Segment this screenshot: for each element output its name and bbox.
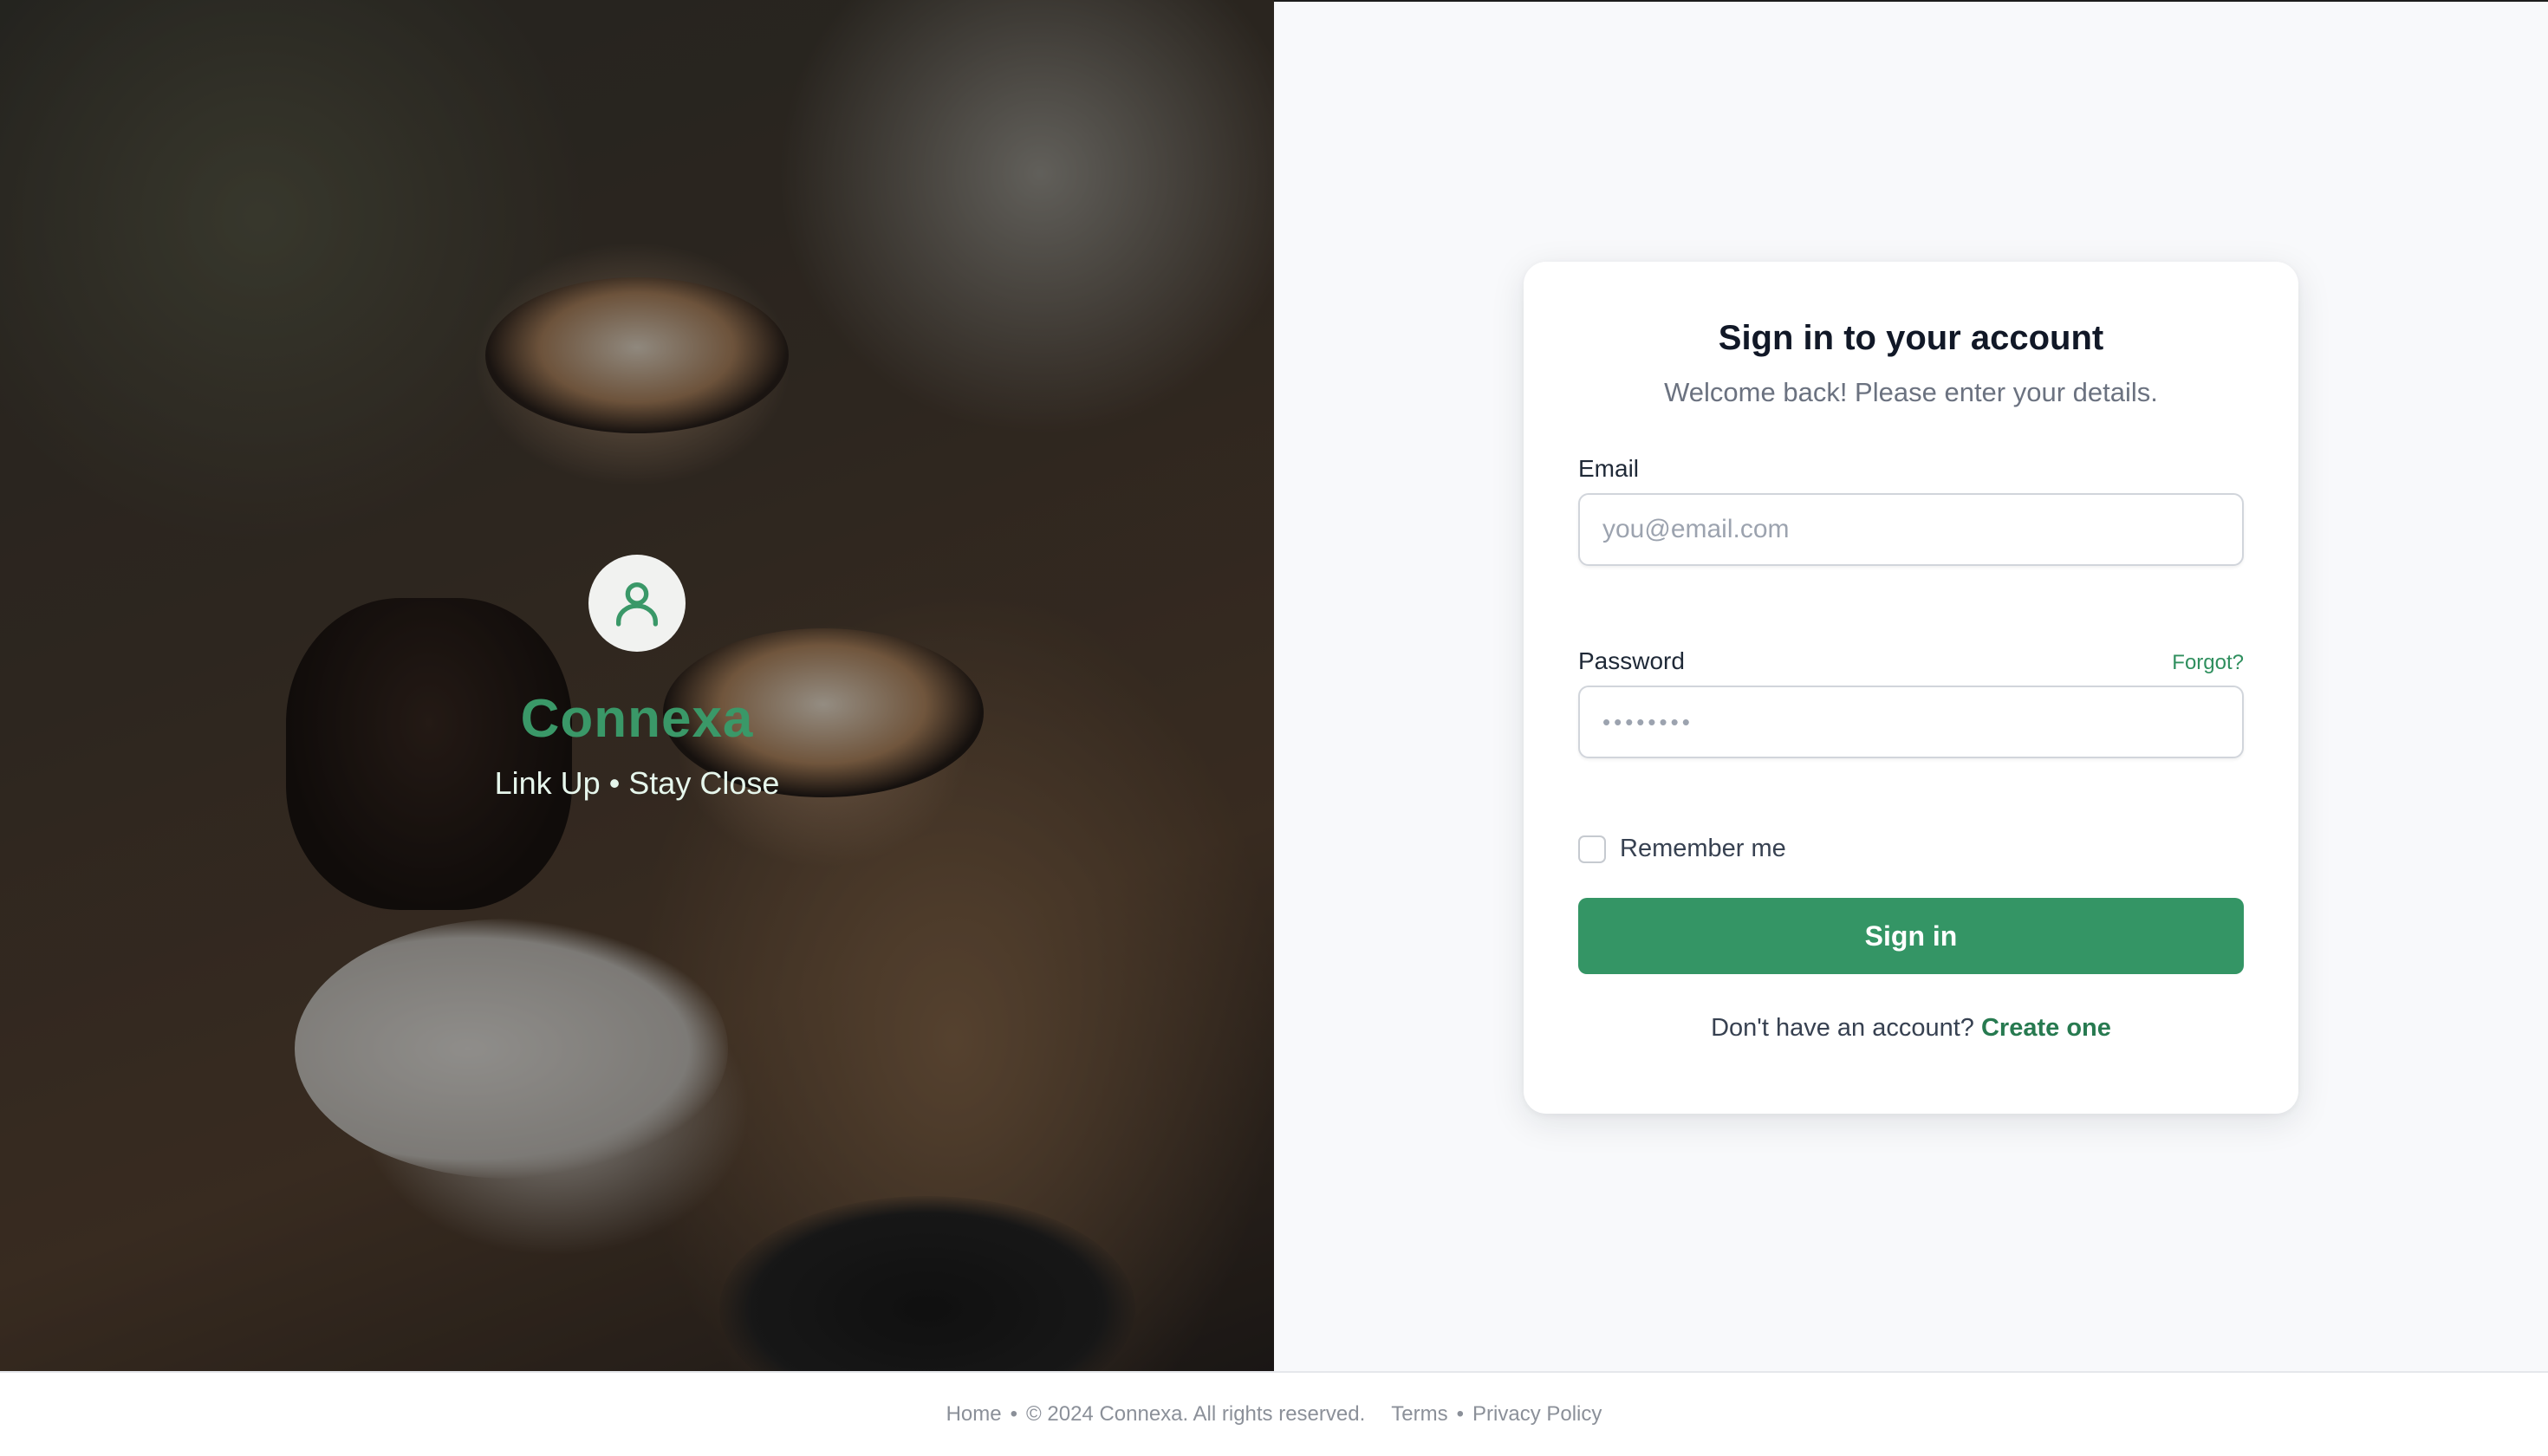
footer-privacy-link[interactable]: Privacy Policy xyxy=(1472,1402,1602,1427)
footer-home-link[interactable]: Home xyxy=(946,1402,1002,1427)
email-label: Email xyxy=(1578,455,1640,482)
footer-terms-link[interactable]: Terms xyxy=(1391,1402,1447,1427)
password-input[interactable] xyxy=(1578,686,2244,758)
login-subtitle: Welcome back! Please enter your details. xyxy=(1664,377,2158,407)
password-label-row: Password Forgot? xyxy=(1578,647,2244,675)
brand-block: Connexa Link Up • Stay Close xyxy=(0,555,1274,802)
hero-panel: Connexa Link Up • Stay Close xyxy=(0,0,1274,1371)
login-card: Sign in to your account Welcome back! Pl… xyxy=(1524,262,2298,1114)
email-label-row: Email xyxy=(1578,455,2244,483)
password-label: Password xyxy=(1578,647,1685,674)
login-title: Sign in to your account xyxy=(1718,319,2104,357)
remember-row: Remember me xyxy=(1578,835,2244,863)
brand-name: Connexa xyxy=(520,689,754,749)
brand-tagline: Link Up • Stay Close xyxy=(494,765,780,801)
signup-prompt: Don't have an account? xyxy=(1711,1014,1974,1042)
login-page: Connexa Link Up • Stay Close Sign in to … xyxy=(0,0,2548,1456)
create-account-link[interactable]: Create one xyxy=(1981,1014,2111,1042)
login-panel: Sign in to your account Welcome back! Pl… xyxy=(1274,0,2548,1371)
forgot-password-link[interactable]: Forgot? xyxy=(2172,651,2244,675)
remember-me-label[interactable]: Remember me xyxy=(1620,835,1786,863)
user-icon xyxy=(616,582,658,627)
brand-avatar xyxy=(588,555,686,652)
signup-row: Don't have an account? Create one xyxy=(1578,1014,2244,1043)
footer-copyright: © 2024 Connexa. All rights reserved. xyxy=(1026,1402,1366,1426)
remember-me-checkbox[interactable] xyxy=(1578,835,1606,863)
footer: Home • © 2024 Connexa. All rights reserv… xyxy=(0,1371,2548,1456)
email-input[interactable] xyxy=(1578,493,2244,566)
footer-separator: • xyxy=(1456,1402,1465,1426)
sign-in-button[interactable]: Sign in xyxy=(1578,898,2244,974)
footer-separator: • xyxy=(1010,1402,1018,1426)
